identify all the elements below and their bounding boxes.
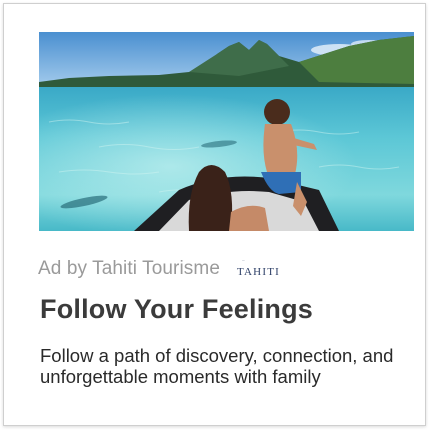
sponsor-row: Ad by Tahiti Tourisme ~ TAHITI (38, 256, 282, 282)
ad-description: Follow a path of discovery, connection, … (40, 345, 394, 387)
logo-flourish-icon: ~ (242, 259, 245, 264)
sponsor-label: Ad by Tahiti Tourisme (38, 258, 220, 279)
ad-title[interactable]: Follow Your Feelings (40, 294, 313, 325)
logo-wordmark: TAHITI (237, 266, 280, 278)
tahiti-logo[interactable]: ~ TAHITI (234, 258, 282, 280)
ad-card[interactable]: Ad by Tahiti Tourisme ~ TAHITI Follow Yo… (3, 3, 426, 426)
ad-hero-image[interactable] (39, 32, 414, 231)
lagoon-photo (39, 32, 414, 231)
